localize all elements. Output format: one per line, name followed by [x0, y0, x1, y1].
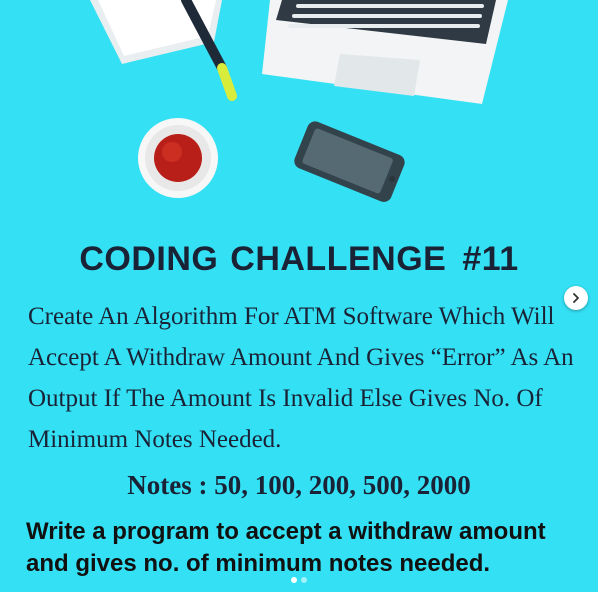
- challenge-description: Create An Algorithm For ATM Software Whi…: [28, 296, 584, 460]
- coffee-cup-icon: [138, 118, 218, 198]
- task-statement: Write a program to accept a withdraw amo…: [26, 516, 586, 580]
- carousel-indicator: [0, 577, 598, 583]
- laptop-icon: [262, 0, 508, 104]
- smartphone-icon: [294, 121, 405, 202]
- task-line: and gives no. of minimum notes needed.: [26, 550, 491, 577]
- description-line: Accept A Withdraw Amount And Gives “Erro…: [28, 344, 574, 371]
- description-line: Minimum Notes Needed.: [28, 426, 282, 453]
- description-line: Output If The Amount Is Invalid Else Giv…: [28, 385, 543, 412]
- carousel-dot-active[interactable]: [291, 577, 297, 583]
- desk-illustration: [90, 0, 508, 202]
- task-line: Write a program to accept a withdraw amo…: [26, 518, 546, 545]
- carousel-dot[interactable]: [301, 577, 307, 583]
- description-line: Create An Algorithm For ATM Software Whi…: [28, 303, 555, 330]
- notes-denominations: Notes : 50, 100, 200, 500, 2000: [127, 470, 471, 500]
- title-text: CODING CHALLENGE: [79, 240, 447, 278]
- challenge-title: CODING CHALLENGE #11: [0, 240, 598, 279]
- challenge-number: #11: [462, 240, 519, 278]
